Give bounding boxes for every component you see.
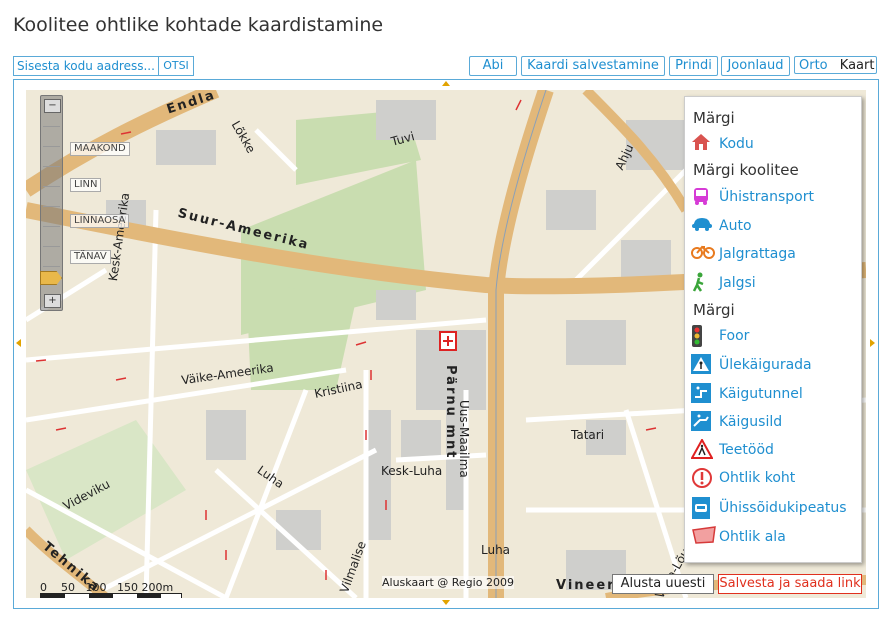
zoom-in-icon[interactable]: + (44, 294, 61, 308)
bicycle-icon (691, 243, 715, 265)
legend-heading-mark: Märgi (693, 109, 735, 127)
search-button[interactable]: OTSI (158, 56, 194, 76)
bus-stop-icon (691, 497, 713, 519)
zoom-level-city[interactable]: LINN (70, 178, 102, 192)
pan-left-icon[interactable] (16, 339, 21, 347)
zoom-slider[interactable]: − + (40, 95, 63, 311)
help-button[interactable]: Abi (469, 56, 517, 76)
zoom-level-district[interactable]: LINNAOSA (70, 214, 130, 228)
legend-car[interactable]: Auto (691, 215, 752, 237)
roadworks-icon (691, 439, 713, 461)
restart-button[interactable]: Alusta uuesti (612, 574, 714, 594)
zoom-level-county[interactable]: MAAKOND (70, 142, 130, 156)
map-copyright: Aluskaart @ Regio 2009 (382, 576, 514, 589)
bus-icon (691, 186, 713, 208)
map-type-switch: Orto Kaart (794, 56, 877, 74)
map-canvas[interactable]: Suur-Ameerika Väike-Ameerika Pärnu mnt K… (26, 90, 866, 598)
warning-circle-icon (691, 467, 713, 489)
page-title: Koolitee ohtlike kohtade kaardistamine (13, 14, 384, 36)
legend-danger-spot[interactable]: Ohtlik koht (691, 467, 795, 489)
walking-person-icon (691, 272, 713, 294)
legend-traffic-light[interactable]: Foor (691, 325, 749, 347)
legend-heading-points: Märgi (693, 301, 735, 319)
legend-bicycle[interactable]: Jalgrattaga (691, 243, 796, 265)
street-label: Luha (481, 543, 511, 557)
legend-home[interactable]: Kodu (691, 133, 754, 155)
ruler-button[interactable]: Joonlaud (721, 56, 790, 76)
underpass-icon (691, 383, 713, 405)
legend-bus-stop[interactable]: Ühissõidukipeatus (691, 497, 847, 519)
legend-footbridge[interactable]: Käigusild (691, 411, 782, 433)
legend-walk[interactable]: Jalgsi (691, 272, 756, 294)
footbridge-icon (691, 411, 713, 433)
area-polygon-icon (691, 526, 716, 548)
zoom-out-icon[interactable]: − (44, 99, 61, 113)
ortho-toggle[interactable]: Orto (799, 58, 828, 73)
scale-bar (40, 593, 182, 598)
save-map-button[interactable]: Kaardi salvestamine (521, 56, 665, 76)
zoom-handle-icon[interactable] (40, 271, 62, 285)
map-toggle[interactable]: Kaart (840, 58, 875, 73)
legend-roadworks[interactable]: Teetööd (691, 439, 774, 461)
street-label: Kesk-Luha (381, 464, 443, 478)
legend-crosswalk[interactable]: Ülekäigurada (691, 354, 812, 376)
legend-heading-route: Märgi koolitee (693, 161, 799, 179)
legend-panel: Märgi Kodu Märgi koolitee Ühistransport … (684, 96, 862, 563)
legend-danger-area[interactable]: Ohtlik ala (691, 526, 786, 548)
pan-up-icon[interactable] (442, 81, 450, 86)
print-button[interactable]: Prindi (669, 56, 718, 76)
pan-right-icon[interactable] (870, 339, 875, 347)
map-frame: Suur-Ameerika Väike-Ameerika Pärnu mnt K… (13, 79, 879, 609)
street-label: Pärnu mnt (443, 365, 458, 460)
address-search-input[interactable] (13, 56, 159, 76)
zoom-level-street[interactable]: TÄNAV (70, 250, 111, 264)
crosswalk-icon (691, 354, 713, 376)
car-icon (691, 215, 713, 237)
legend-public-transport[interactable]: Ühistransport (691, 186, 814, 208)
street-label: Uus-Maailma (457, 400, 471, 478)
street-label: Tatari (571, 428, 605, 442)
traffic-light-icon (691, 325, 713, 347)
pan-down-icon[interactable] (442, 600, 450, 605)
home-icon (691, 133, 713, 155)
save-send-link-button[interactable]: Salvesta ja saada link (718, 574, 862, 594)
legend-underpass[interactable]: Käigutunnel (691, 383, 803, 405)
